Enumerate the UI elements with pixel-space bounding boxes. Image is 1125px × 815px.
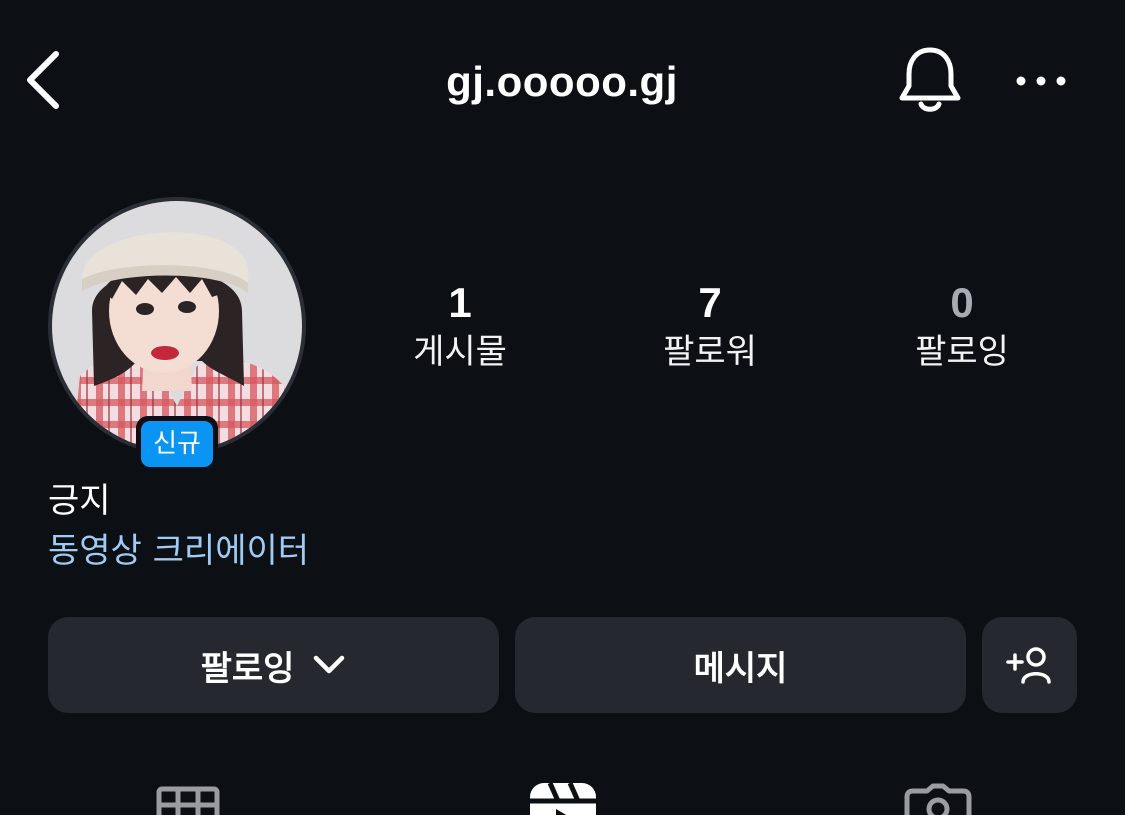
profile-page: gj.ooooo.gj 신규 1 게시물 7 팔로워 0 팔로잉 긍지 동영상 … <box>0 0 1125 815</box>
suggest-people-button[interactable] <box>982 617 1077 713</box>
profile-category: 동영상 크리에이터 <box>48 531 310 571</box>
following-label: 팔로잉 <box>915 332 1009 372</box>
message-button-label: 메시지 <box>693 648 788 689</box>
message-button[interactable]: 메시지 <box>515 617 966 713</box>
profile-username: gj.ooooo.gj <box>446 58 678 105</box>
following-button[interactable]: 팔로잉 <box>48 617 499 713</box>
tab-reels[interactable] <box>528 781 598 815</box>
add-person-icon <box>1005 647 1051 684</box>
chevron-down-icon <box>314 655 345 674</box>
posts-stat[interactable]: 1 게시물 <box>350 278 570 376</box>
avatar-photo <box>52 201 302 451</box>
back-button[interactable] <box>22 50 66 110</box>
followers-label: 팔로워 <box>663 332 757 372</box>
new-badge: 신규 <box>141 421 213 467</box>
following-stat[interactable]: 0 팔로잉 <box>852 278 1072 376</box>
reels-icon <box>530 781 596 815</box>
tagged-icon <box>904 783 972 815</box>
following-count: 0 <box>950 279 974 326</box>
posts-count: 1 <box>448 279 472 326</box>
display-name: 긍지 <box>48 481 111 521</box>
bell-icon <box>899 47 961 112</box>
chevron-left-icon <box>27 51 59 109</box>
followers-count: 7 <box>698 279 722 326</box>
notifications-button[interactable] <box>896 44 964 116</box>
tab-tagged[interactable] <box>903 783 973 815</box>
posts-label: 게시물 <box>413 332 507 372</box>
followers-stat[interactable]: 7 팔로워 <box>600 278 820 376</box>
tab-posts-grid[interactable] <box>156 783 220 815</box>
following-button-label: 팔로잉 <box>200 648 295 689</box>
grid-icon <box>156 786 220 815</box>
more-options-button[interactable] <box>1013 66 1069 96</box>
more-horizontal-icon <box>1016 76 1066 86</box>
